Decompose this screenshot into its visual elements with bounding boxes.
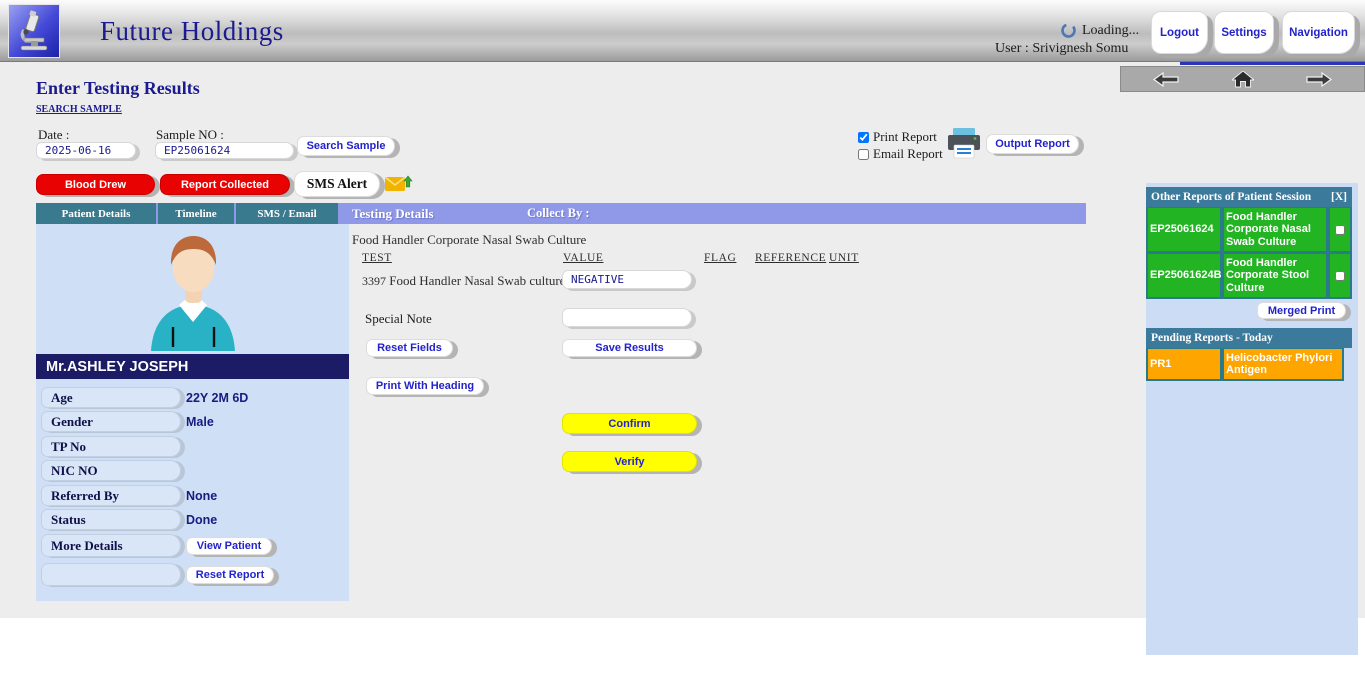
other-report-row[interactable]: EP25061624 Food Handler Corporate Nasal …: [1146, 207, 1352, 253]
report-collected-button[interactable]: Report Collected: [160, 174, 290, 195]
tab-timeline[interactable]: Timeline: [158, 203, 236, 224]
field-label-more-details: More Details: [41, 534, 181, 557]
other-reports-title: Other Reports of Patient Session: [1151, 191, 1311, 203]
field-label-age: Age: [41, 387, 181, 408]
date-input[interactable]: [45, 144, 127, 157]
report-sample-no[interactable]: EP25061624B: [1146, 253, 1222, 299]
pending-report-id[interactable]: PR1: [1146, 348, 1222, 381]
report-select-checkbox[interactable]: [1335, 271, 1345, 281]
reset-fields-button[interactable]: Reset Fields: [366, 339, 453, 357]
print-report-option: Print Report: [858, 129, 937, 145]
field-label-gender: Gender: [41, 411, 181, 432]
pending-report-row[interactable]: PR1 Helicobacter Phylori Antigen: [1146, 348, 1352, 381]
other-report-row[interactable]: EP25061624B Food Handler Corporate Stool…: [1146, 253, 1352, 299]
sample-no-label: Sample NO :: [156, 127, 224, 143]
report-select-cell: [1328, 253, 1352, 299]
close-panel-button[interactable]: [X]: [1331, 191, 1347, 203]
app-logo: [8, 4, 60, 58]
search-sample-button[interactable]: Search Sample: [297, 136, 395, 156]
app-header: Future Holdings Loading... User : Srivig…: [0, 0, 1365, 62]
collect-by-label: Collect By :: [527, 203, 589, 224]
browser-nav-bar: [1120, 66, 1365, 92]
printer-icon[interactable]: [946, 126, 982, 162]
report-select-checkbox[interactable]: [1335, 225, 1345, 235]
test-row-label: 3397 Food Handler Nasal Swab culture: [362, 273, 565, 289]
print-report-label: Print Report: [873, 129, 937, 145]
spinner-icon: [1060, 22, 1077, 39]
test-name: Food Handler Nasal Swab culture: [389, 273, 565, 288]
reset-report-button[interactable]: Reset Report: [186, 566, 274, 584]
verify-button[interactable]: Verify: [562, 451, 697, 472]
column-header-test: TEST: [362, 252, 392, 264]
field-label-nic-no: NIC NO: [41, 460, 181, 481]
view-patient-button[interactable]: View Patient: [186, 537, 272, 555]
date-input-wrap: [36, 142, 136, 159]
confirm-button[interactable]: Confirm: [562, 413, 697, 434]
field-value-status: Done: [186, 513, 217, 527]
reports-sidebar: Other Reports of Patient Session [X] EP2…: [1146, 183, 1358, 655]
app-title: Future Holdings: [100, 16, 284, 47]
send-email-icon[interactable]: [385, 173, 413, 193]
special-note-input[interactable]: [571, 311, 683, 324]
patient-name: Mr.ASHLEY JOSEPH: [36, 354, 349, 379]
loading-text: Loading...: [1082, 23, 1139, 39]
output-report-button[interactable]: Output Report: [986, 134, 1079, 154]
search-sample-link[interactable]: SEARCH SAMPLE: [36, 104, 122, 115]
pending-report-test[interactable]: Helicobacter Phylori Antigen: [1222, 348, 1344, 381]
field-label-status: Status: [41, 509, 181, 530]
report-test-name[interactable]: Food Handler Corporate Nasal Swab Cultur…: [1222, 207, 1328, 253]
report-select-cell: [1328, 207, 1352, 253]
patient-avatar: [121, 229, 266, 351]
report-sample-no[interactable]: EP25061624: [1146, 207, 1222, 253]
blood-drew-button[interactable]: Blood Drew: [36, 174, 155, 195]
special-note-label: Special Note: [365, 311, 432, 327]
field-label-referred-by: Referred By: [41, 485, 181, 506]
test-code: 3397: [362, 274, 386, 288]
logout-button[interactable]: Logout: [1151, 11, 1208, 54]
patient-panel: Mr.ASHLEY JOSEPH Age 22Y 2M 6D Gender Ma…: [36, 224, 349, 601]
back-arrow-icon[interactable]: [1153, 72, 1179, 87]
field-value-gender: Male: [186, 415, 214, 429]
field-label-tp-no: TP No: [41, 436, 181, 457]
other-reports-header: Other Reports of Patient Session [X]: [1146, 187, 1352, 207]
tab-patient-details[interactable]: Patient Details: [36, 203, 158, 224]
email-report-option: Email Report: [858, 146, 943, 162]
column-header-reference: REFERENCE: [755, 252, 826, 264]
pending-reports-header: Pending Reports - Today: [1146, 328, 1352, 348]
column-header-unit: UNIT: [829, 252, 859, 264]
test-value-input[interactable]: [571, 273, 683, 286]
settings-button[interactable]: Settings: [1214, 11, 1274, 54]
forward-arrow-icon[interactable]: [1306, 72, 1332, 87]
print-report-checkbox[interactable]: [858, 132, 869, 143]
column-header-value: VALUE: [563, 252, 603, 264]
testing-details-heading: Testing Details: [352, 203, 434, 224]
field-label-empty: [41, 563, 181, 586]
test-value-input-wrap: [562, 270, 692, 289]
tab-sms-email[interactable]: SMS / Email: [236, 203, 340, 224]
loading-indicator: Loading...: [1060, 22, 1139, 39]
page-title: Enter Testing Results: [36, 78, 200, 99]
date-label: Date :: [38, 127, 69, 143]
microscope-icon: [14, 10, 54, 52]
email-report-checkbox[interactable]: [858, 149, 869, 160]
header-accent-line: [1180, 62, 1365, 65]
app-window: Future Holdings Loading... User : Srivig…: [0, 0, 1365, 678]
field-value-referred-by: None: [186, 489, 217, 503]
sample-no-input[interactable]: [164, 144, 285, 157]
pending-reports-title: Pending Reports - Today: [1151, 332, 1273, 344]
test-panel-title: Food Handler Corporate Nasal Swab Cultur…: [352, 232, 586, 248]
print-with-heading-button[interactable]: Print With Heading: [366, 377, 484, 395]
home-icon[interactable]: [1232, 71, 1254, 88]
report-test-name[interactable]: Food Handler Corporate Stool Culture: [1222, 253, 1328, 299]
navigation-button[interactable]: Navigation: [1282, 11, 1355, 54]
sample-no-input-wrap: [155, 142, 294, 159]
user-label: User : Srivignesh Somu: [995, 41, 1128, 57]
save-results-button[interactable]: Save Results: [562, 339, 697, 357]
field-value-age: 22Y 2M 6D: [186, 391, 248, 405]
sms-alert-button[interactable]: SMS Alert: [294, 171, 380, 197]
email-report-label: Email Report: [873, 146, 943, 162]
special-note-input-wrap: [562, 308, 692, 327]
merged-print-button[interactable]: Merged Print: [1257, 302, 1346, 319]
column-header-flag: FLAG: [704, 252, 736, 264]
